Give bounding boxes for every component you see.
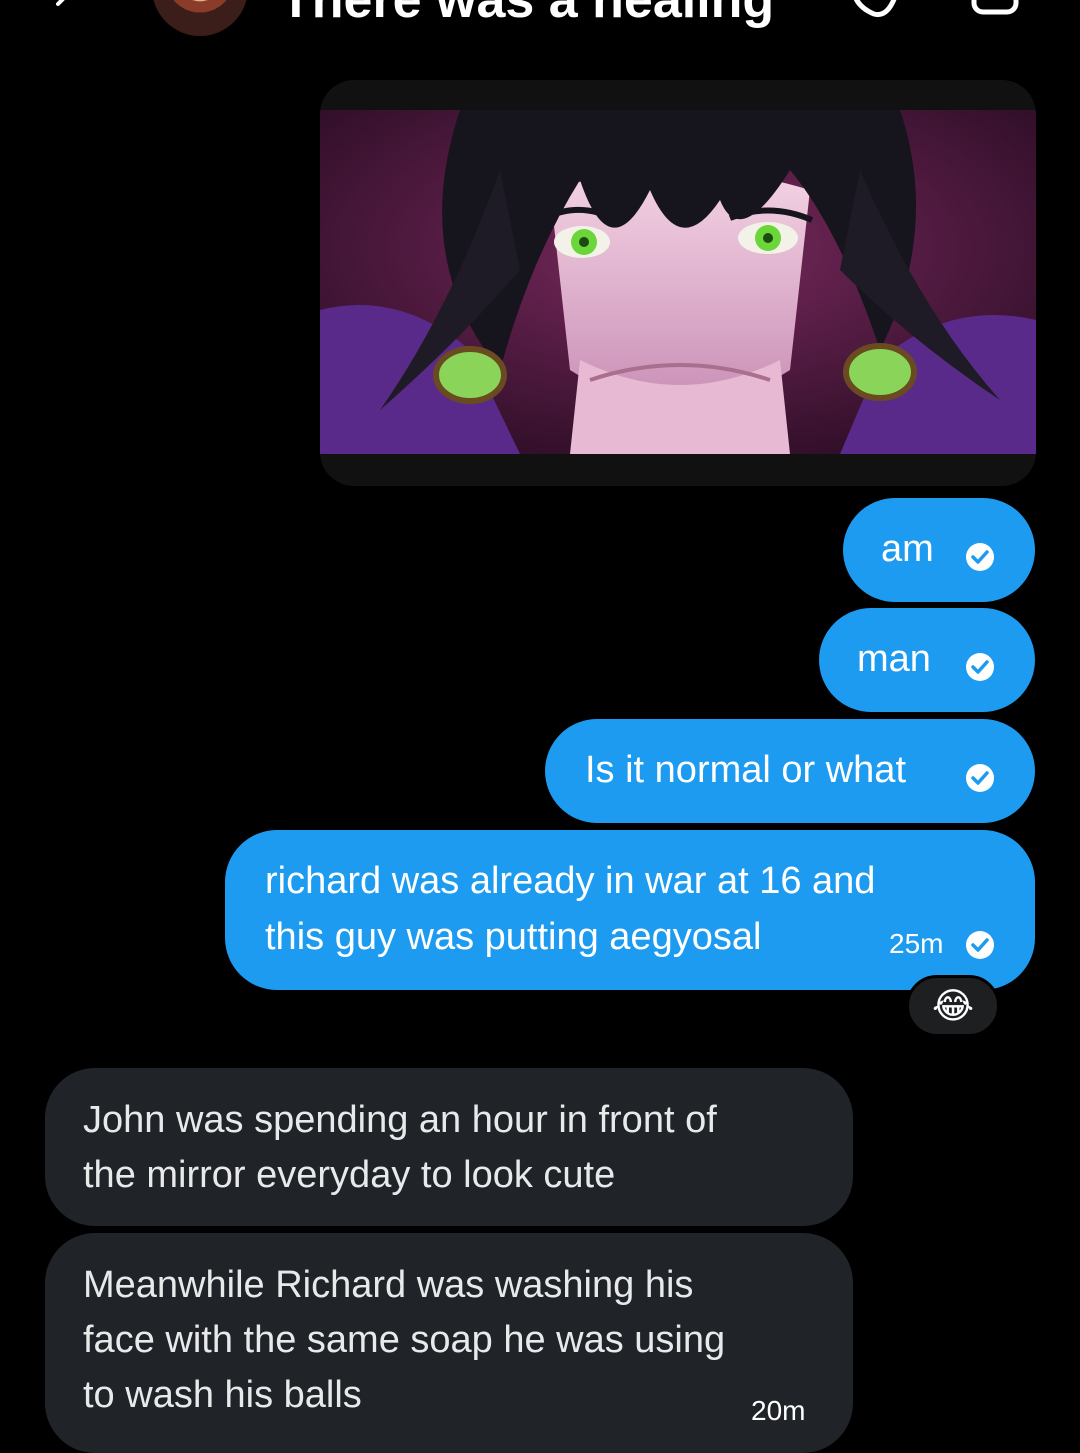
video-icon[interactable]	[970, 0, 1038, 20]
emoji-reaction[interactable]: 😂	[906, 975, 1000, 1037]
message-text: am	[881, 528, 934, 570]
outgoing-message[interactable]: am	[843, 498, 1035, 602]
back-arrow-icon[interactable]	[52, 0, 80, 14]
message-text-line: this guy was putting aegyosal	[265, 916, 762, 958]
check-icon	[966, 931, 994, 959]
check-icon	[966, 653, 994, 681]
incoming-message[interactable]: Meanwhile Richard was washing his face w…	[45, 1233, 853, 1453]
anime-character-image	[320, 110, 1036, 454]
message-text-line: to wash his balls	[83, 1374, 362, 1416]
conversation-header: There was a healing	[0, 0, 1080, 40]
message-timestamp: 25m	[889, 928, 944, 959]
message-text-line: richard was already in war at 16 and	[265, 860, 876, 902]
outgoing-message[interactable]: man	[819, 608, 1035, 712]
outgoing-message[interactable]: Is it normal or what	[545, 719, 1035, 823]
outgoing-message[interactable]: richard was already in war at 16 and thi…	[225, 830, 1035, 990]
check-icon	[966, 764, 994, 792]
message-text-line: face with the same soap he was using	[83, 1319, 726, 1361]
message-timestamp: 20m	[751, 1395, 806, 1426]
call-icon[interactable]	[848, 0, 902, 20]
message-text: man	[857, 638, 931, 680]
message-text-line: Meanwhile Richard was washing his	[83, 1264, 694, 1306]
check-icon	[966, 543, 994, 571]
message-text-line: John was spending an hour in front of	[83, 1099, 717, 1141]
avatar[interactable]	[152, 0, 248, 36]
message-text-line: the mirror everyday to look cute	[83, 1154, 616, 1196]
message-text: Is it normal or what	[585, 749, 906, 791]
conversation-title[interactable]: There was a healing	[280, 0, 774, 30]
image-message[interactable]	[320, 80, 1036, 486]
incoming-message[interactable]: John was spending an hour in front of th…	[45, 1068, 853, 1226]
